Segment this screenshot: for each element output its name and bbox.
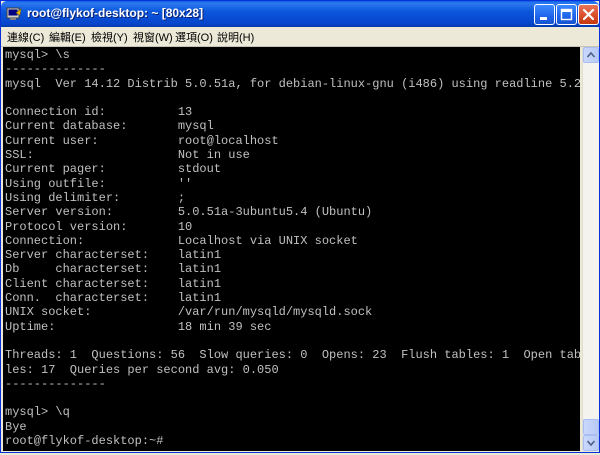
terminal-line: SSL: Not in use bbox=[5, 148, 250, 163]
terminal-screen[interactable]: mysql> \s -------------- mysql Ver 14.12… bbox=[3, 47, 580, 451]
terminal-line: mysql Ver 14.12 Distrib 5.0.51a, for deb… bbox=[5, 76, 580, 91]
terminal-line: Bye bbox=[5, 419, 27, 434]
terminal-line: Connection: Localhost via UNIX socket bbox=[5, 233, 358, 248]
terminal-line: mysql> \s bbox=[5, 48, 70, 62]
terminal-line: -------------- bbox=[5, 62, 106, 77]
terminal-line: Current database: mysql bbox=[5, 119, 214, 134]
terminal-line: -------------- bbox=[5, 376, 106, 391]
scroll-down-button[interactable] bbox=[583, 435, 599, 451]
terminal-line: UNIX socket: /var/run/mysqld/mysqld.sock bbox=[5, 305, 373, 320]
scroll-down-arrow-icon bbox=[586, 440, 596, 447]
terminal-line: Uptime: 18 min 39 sec bbox=[5, 319, 272, 334]
menu-view[interactable]: 檢視(Y) bbox=[91, 29, 128, 45]
maximize-button[interactable] bbox=[556, 4, 577, 25]
terminal-line: Protocol version: 10 bbox=[5, 219, 193, 234]
scrollbar-thumb[interactable] bbox=[583, 419, 599, 435]
close-button[interactable] bbox=[578, 4, 599, 25]
terminal-line: Current user: root@localhost bbox=[5, 133, 279, 148]
menu-window[interactable]: 視窗(W) bbox=[133, 29, 173, 45]
menu-options[interactable]: 選項(O) bbox=[175, 29, 213, 45]
terminal-line: Server version: 5.0.51a-3ubuntu5.4 (Ubun… bbox=[5, 205, 373, 220]
menu-connection[interactable]: 連線(C) bbox=[7, 29, 44, 45]
terminal-line: Db characterset: latin1 bbox=[5, 262, 222, 277]
terminal-line: Client characterset: latin1 bbox=[5, 276, 222, 291]
terminal-line: les: 17 Queries per second avg: 0.050 bbox=[5, 362, 279, 377]
menu-edit[interactable]: 編輯(E) bbox=[49, 29, 86, 45]
scroll-up-arrow-icon bbox=[586, 51, 596, 58]
minimize-button[interactable] bbox=[534, 4, 555, 25]
terminal-line: Threads: 1 Questions: 56 Slow queries: 0… bbox=[5, 348, 580, 363]
terminal-line: Current pager: stdout bbox=[5, 162, 222, 177]
terminal-line: Server characterset: latin1 bbox=[5, 248, 222, 263]
terminal-line: root@flykof-desktop:~# bbox=[5, 434, 164, 449]
maximize-icon bbox=[560, 8, 573, 21]
terminal-output: mysql> \s -------------- mysql Ver 14.12… bbox=[5, 48, 580, 448]
putty-terminal-icon[interactable] bbox=[6, 6, 22, 22]
close-icon bbox=[582, 8, 595, 21]
terminal-line: Using outfile: '' bbox=[5, 176, 193, 191]
terminal-window: root@flykof-desktop: ~ [80x28] 連線(C) 編輯(… bbox=[0, 0, 600, 453]
window-title: root@flykof-desktop: ~ [80x28] bbox=[27, 6, 204, 20]
terminal-line: Conn. characterset: latin1 bbox=[5, 291, 222, 306]
minimize-icon bbox=[540, 17, 547, 20]
terminal-line: Using delimiter: ; bbox=[5, 190, 186, 205]
terminal-line: Connection id: 13 bbox=[5, 105, 193, 120]
scroll-up-button[interactable] bbox=[583, 47, 599, 63]
menu-help[interactable]: 說明(H) bbox=[217, 29, 254, 45]
terminal-line: mysql> \q bbox=[5, 405, 70, 420]
scrollbar-track[interactable] bbox=[583, 63, 599, 435]
vertical-scrollbar[interactable] bbox=[582, 47, 599, 451]
title-bar[interactable]: root@flykof-desktop: ~ [80x28] bbox=[1, 1, 599, 27]
menu-bar: 連線(C) 編輯(E) 檢視(Y) 視窗(W) 選項(O) 說明(H) bbox=[1, 27, 599, 47]
